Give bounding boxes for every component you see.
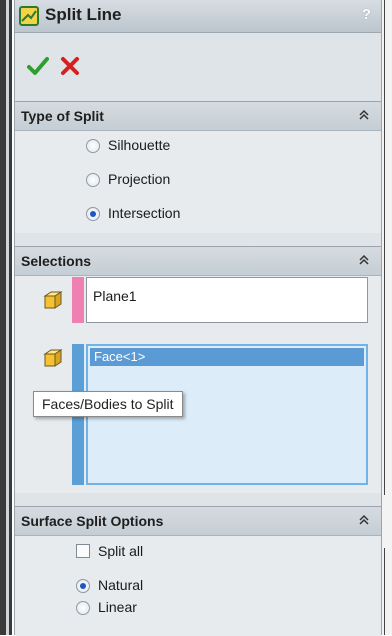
window-left-edge xyxy=(0,0,12,635)
collapse-chevron-icon[interactable] xyxy=(357,253,371,267)
checkbox-label: Split all xyxy=(98,543,144,559)
tooltip: Faces/Bodies to Split xyxy=(33,391,183,417)
page-title: Split Line xyxy=(45,5,122,24)
list-item-selected[interactable]: Face<1> xyxy=(90,348,364,366)
selections-group: Selections Plane1 Face<1> Faces/Bodies t… xyxy=(15,246,381,493)
collapse-chevron-icon[interactable] xyxy=(357,108,371,122)
group-title: Surface Split Options xyxy=(21,513,164,529)
group-title: Type of Split xyxy=(21,108,104,124)
split-line-icon xyxy=(19,6,39,26)
type-of-split-group: Type of Split Silhouette Projection Inte… xyxy=(15,101,381,233)
radio-label: Projection xyxy=(108,171,171,187)
radio-button-selected[interactable] xyxy=(86,207,100,221)
radio-label: Natural xyxy=(98,577,144,593)
radio-button-selected[interactable] xyxy=(76,579,90,593)
surface-split-options-group: Surface Split Options Split all Natural … xyxy=(15,506,381,636)
property-manager-panel: Split Line ? Type of Split Silhouette Pr… xyxy=(14,0,382,636)
radio-button[interactable] xyxy=(86,139,100,153)
radio-button[interactable] xyxy=(86,173,100,187)
help-icon[interactable]: ? xyxy=(362,6,371,23)
split-all-checkbox[interactable] xyxy=(76,544,90,558)
ok-check-icon[interactable] xyxy=(27,55,49,77)
type-of-split-header[interactable]: Type of Split xyxy=(15,102,381,131)
collapse-chevron-icon[interactable] xyxy=(357,513,371,527)
splitting-tool-selection-box[interactable]: Plane1 xyxy=(86,277,368,323)
selections-header[interactable]: Selections xyxy=(15,247,381,276)
splitting-tool-cube-icon xyxy=(43,291,63,309)
faces-cube-icon xyxy=(43,349,63,367)
splitting-tool-color-bar xyxy=(72,277,84,323)
group-title: Selections xyxy=(21,253,92,269)
radio-label: Linear xyxy=(98,599,137,615)
radio-button[interactable] xyxy=(76,601,90,615)
splitting-tool-item[interactable]: Plane1 xyxy=(93,288,137,304)
cancel-x-icon[interactable] xyxy=(60,56,80,76)
surface-split-options-header[interactable]: Surface Split Options xyxy=(15,507,381,536)
title-bar: Split Line ? xyxy=(15,0,381,33)
radio-label: Silhouette xyxy=(108,137,171,153)
action-bar xyxy=(15,32,381,92)
radio-label: Intersection xyxy=(108,205,181,221)
